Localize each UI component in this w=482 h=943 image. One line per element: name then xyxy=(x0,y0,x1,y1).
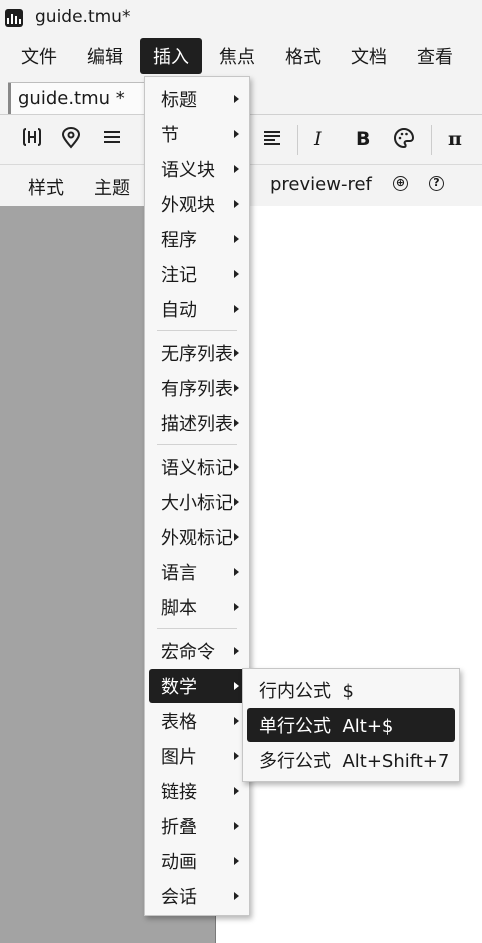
pi-button[interactable]: π xyxy=(448,127,462,151)
insert-menu-item[interactable]: 图片 xyxy=(149,739,245,773)
insert-menu-item[interactable]: 程序 xyxy=(149,222,245,256)
multi-line-formula-item[interactable]: 多行公式 Alt+Shift+7 xyxy=(247,743,455,777)
insert-menu-item[interactable]: 外观标记 xyxy=(149,520,245,554)
insert-menu-item[interactable]: 外观块 xyxy=(149,187,245,221)
submenu-arrow-icon xyxy=(234,200,239,208)
heading-icon[interactable] xyxy=(23,127,41,153)
insert-menu-item-math[interactable]: 数学 xyxy=(149,669,245,703)
submenu-arrow-icon xyxy=(234,533,239,541)
bold-button[interactable]: B xyxy=(356,127,370,151)
insert-menu-item[interactable]: 描述列表 xyxy=(149,406,245,440)
menu-insert[interactable]: 插入 xyxy=(140,38,202,74)
single-line-formula-item[interactable]: 单行公式 Alt+$ xyxy=(247,708,455,742)
align-lines-icon[interactable] xyxy=(262,127,282,153)
submenu-arrow-icon xyxy=(234,349,239,357)
toolbar-separator xyxy=(431,125,432,155)
submenu-arrow-icon xyxy=(234,682,239,690)
submenu-arrow-icon xyxy=(234,384,239,392)
insert-menu-item[interactable]: 无序列表 xyxy=(149,336,245,370)
submenu-arrow-icon xyxy=(234,165,239,173)
menu-separator xyxy=(157,330,237,331)
italic-button[interactable]: I xyxy=(314,127,322,151)
menu-edit[interactable]: 编辑 xyxy=(74,38,136,74)
submenu-arrow-icon xyxy=(234,892,239,900)
add-circle-icon[interactable]: ⊕ xyxy=(393,176,408,191)
menu-view[interactable]: 查看 xyxy=(404,38,466,74)
insert-menu-dropdown: 标题 节 语义块 外观块 程序 注记 自动 无序列表 有序列表 描述列表 语义标… xyxy=(144,76,250,916)
insert-menu-item[interactable]: 动画 xyxy=(149,844,245,878)
menu-separator xyxy=(157,444,237,445)
menu-separator xyxy=(157,628,237,629)
submenu-arrow-icon xyxy=(234,857,239,865)
submenu-arrow-icon xyxy=(234,568,239,576)
help-circle-icon[interactable]: ? xyxy=(429,176,444,191)
insert-menu-item[interactable]: 标题 xyxy=(149,82,245,116)
submenu-arrow-icon xyxy=(234,498,239,506)
menu-focus[interactable]: 焦点 xyxy=(206,38,268,74)
submenu-arrow-icon xyxy=(234,305,239,313)
submenu-arrow-icon xyxy=(234,603,239,611)
menu-document[interactable]: 文档 xyxy=(338,38,400,74)
insert-menu-item[interactable]: 语言 xyxy=(149,555,245,589)
submenu-arrow-icon xyxy=(234,419,239,427)
editor-canvas[interactable] xyxy=(216,206,482,943)
insert-menu-item[interactable]: 脚本 xyxy=(149,590,245,624)
palette-icon[interactable] xyxy=(393,127,415,155)
insert-menu-item[interactable]: 注记 xyxy=(149,257,245,291)
app-logo-icon xyxy=(5,9,23,27)
window-title: guide.tmu* xyxy=(35,7,131,27)
menu-format[interactable]: 格式 xyxy=(272,38,334,74)
insert-menu-item[interactable]: 自动 xyxy=(149,292,245,326)
insert-menu-item[interactable]: 会话 xyxy=(149,879,245,913)
menu-file[interactable]: 文件 xyxy=(8,38,70,74)
insert-menu-item[interactable]: 有序列表 xyxy=(149,371,245,405)
insert-menu-item[interactable]: 大小标记 xyxy=(149,485,245,519)
inline-formula-item[interactable]: 行内公式 $ xyxy=(247,673,455,707)
submenu-arrow-icon xyxy=(234,787,239,795)
style-button[interactable]: 样式 xyxy=(28,174,64,200)
submenu-arrow-icon xyxy=(234,647,239,655)
insert-menu-item[interactable]: 折叠 xyxy=(149,809,245,843)
insert-menu-item[interactable]: 宏命令 xyxy=(149,634,245,668)
insert-menu-item[interactable]: 节 xyxy=(149,117,245,151)
submenu-arrow-icon xyxy=(234,463,239,471)
submenu-arrow-icon xyxy=(234,270,239,278)
toolbar-separator xyxy=(297,125,298,155)
submenu-arrow-icon xyxy=(234,235,239,243)
location-pin-icon[interactable] xyxy=(61,127,81,155)
submenu-arrow-icon xyxy=(234,752,239,760)
submenu-arrow-icon xyxy=(234,822,239,830)
preview-ref-button[interactable]: preview-ref xyxy=(270,174,372,195)
insert-menu-item[interactable]: 表格 xyxy=(149,704,245,738)
title-bar: guide.tmu* xyxy=(0,0,482,36)
submenu-arrow-icon xyxy=(234,95,239,103)
insert-menu-item[interactable]: 链接 xyxy=(149,774,245,808)
submenu-arrow-icon xyxy=(234,130,239,138)
menu-bar: 文件 编辑 插入 焦点 格式 文档 查看 xyxy=(0,38,482,76)
list-icon[interactable] xyxy=(102,127,122,153)
submenu-arrow-icon xyxy=(234,717,239,725)
math-submenu: 行内公式 $ 单行公式 Alt+$ 多行公式 Alt+Shift+7 xyxy=(242,668,460,782)
theme-button[interactable]: 主题 xyxy=(94,174,130,200)
insert-menu-item[interactable]: 语义块 xyxy=(149,152,245,186)
insert-menu-item[interactable]: 语义标记 xyxy=(149,450,245,484)
tab-guide[interactable]: guide.tmu * xyxy=(8,82,148,114)
